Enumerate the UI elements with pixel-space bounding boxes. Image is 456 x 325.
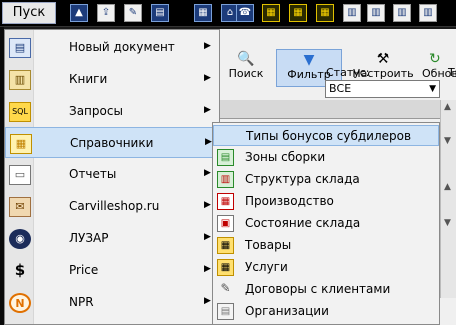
menu-item-reports[interactable]: ▭ Отчеты ▶ xyxy=(5,159,219,191)
start-menu: ▤ Новый документ ▶ ▥ Книги ▶ SQL Запросы… xyxy=(4,29,220,325)
menu-item-books[interactable]: ▥ Книги ▶ xyxy=(5,64,219,96)
chevron-right-icon: ▶ xyxy=(204,168,211,178)
menu-item-label: Справочники xyxy=(70,136,154,150)
chevron-down-icon: ▼ xyxy=(429,84,436,94)
reference-books-submenu: Типы бонусов субдилеров ▤ Зоны сборки ▥ … xyxy=(212,122,440,325)
table-icon[interactable]: ▥ xyxy=(343,4,361,22)
status-select[interactable]: ВСЕ ▼ xyxy=(325,80,440,98)
submenu-item-organizations[interactable]: ▤ Организации xyxy=(213,301,439,322)
submenu-item-warehouse-state[interactable]: ▣ Состояние склада xyxy=(213,213,439,234)
submenu-item-label: Договоры с клиентами xyxy=(245,282,391,296)
submenu-item-label: Производство xyxy=(245,194,334,208)
reports-icon: ▭ xyxy=(9,165,31,185)
chevron-right-icon: ▶ xyxy=(204,73,211,83)
shop-icon: ✉ xyxy=(9,197,31,217)
sql-queries-icon: SQL xyxy=(9,102,31,122)
menu-item-label: Книги xyxy=(69,72,108,86)
grid-yellow-3-icon[interactable]: ▦ xyxy=(316,4,334,22)
menu-item-label: Запросы xyxy=(69,104,123,118)
export-icon[interactable]: ⇪ xyxy=(97,4,115,22)
grid-icon[interactable]: ▦ xyxy=(194,4,212,22)
grid-yellow-icon[interactable]: ▦ xyxy=(262,4,280,22)
grid-header: ны xyxy=(215,100,456,119)
services-icon: ▦ xyxy=(217,259,234,276)
chart-icon[interactable]: ▲ xyxy=(70,4,88,22)
books-icon: ▥ xyxy=(9,70,31,90)
table-2-icon[interactable]: ▥ xyxy=(367,4,385,22)
menu-item-reference-books[interactable]: ▦ Справочники ▶ xyxy=(5,127,219,158)
submenu-item-label: Структура склада xyxy=(245,172,360,186)
reference-book-icon: ▦ xyxy=(10,134,32,154)
menu-item-label: Carvilleshop.ru xyxy=(69,199,160,213)
menu-item-carvilleshop[interactable]: ✉ Carvilleshop.ru ▶ xyxy=(5,191,219,223)
warehouse-structure-icon: ▥ xyxy=(217,171,234,188)
table-3-icon[interactable]: ▥ xyxy=(393,4,411,22)
submenu-item-label: Зоны сборки xyxy=(245,150,326,164)
menu-item-label: ЛУЗАР xyxy=(69,231,109,245)
submenu-item-assembly-zones[interactable]: ▤ Зоны сборки xyxy=(213,147,439,168)
submenu-item-subdealer-bonus-types[interactable]: Типы бонусов субдилеров xyxy=(213,125,439,146)
scroll-up-icon[interactable]: ▲ xyxy=(444,102,451,112)
submenu-item-goods[interactable]: ▦ Товары xyxy=(213,235,439,256)
pdf-icon[interactable]: ✎ xyxy=(124,4,142,22)
chevron-right-icon: ▶ xyxy=(204,232,211,242)
luzar-icon: ◉ xyxy=(9,229,31,249)
menu-item-queries[interactable]: SQL Запросы ▶ xyxy=(5,96,219,128)
submenu-item-label: Типы бонусов субдилеров xyxy=(246,129,412,143)
notes-icon[interactable]: ▤ xyxy=(151,4,169,22)
table-4-icon[interactable]: ▥ xyxy=(419,4,437,22)
production-icon: ▦ xyxy=(217,193,234,210)
tools-icon: ⚒ xyxy=(376,51,390,67)
search-icon: 🔍 xyxy=(237,51,255,67)
status-value: ВСЕ xyxy=(329,82,352,95)
submenu-item-services[interactable]: ▦ Услуги xyxy=(213,257,439,278)
menu-item-price[interactable]: $ Price ▶ xyxy=(5,255,219,287)
taskbar: Пуск ▲ ⇪ ✎ ▤ ▦ ⌂ ☎ ▦ ▦ ▦ ▥ ▥ ▥ ▥ xyxy=(0,0,456,27)
refresh-icon: ↻ xyxy=(429,51,441,67)
scroll-up-2-icon[interactable]: ▲ xyxy=(444,182,451,192)
organizations-icon: ▤ xyxy=(217,303,234,320)
phone-icon[interactable]: ☎ xyxy=(236,4,254,22)
new-document-icon: ▤ xyxy=(9,38,31,58)
chevron-right-icon: ▶ xyxy=(204,296,211,306)
submenu-item-warehouse-structure[interactable]: ▥ Структура склада xyxy=(213,169,439,190)
warehouse-state-icon: ▣ xyxy=(217,215,234,232)
start-button[interactable]: Пуск xyxy=(2,2,56,24)
submenu-item-production[interactable]: ▦ Производство xyxy=(213,191,439,212)
scroll-down-2-icon[interactable]: ▼ xyxy=(444,218,451,228)
search-label: Поиск xyxy=(228,67,264,80)
zones-icon: ▤ xyxy=(217,149,234,166)
submenu-item-client-contracts[interactable]: ✎ Договоры с клиентами xyxy=(213,279,439,300)
submenu-item-label: Состояние склада xyxy=(245,216,361,230)
chevron-right-icon: ▶ xyxy=(204,200,211,210)
chevron-right-icon: ▶ xyxy=(204,264,211,274)
chevron-right-icon: ▶ xyxy=(205,137,212,147)
vertical-scrollbar[interactable]: ▲ ▼ ▲ ▼ xyxy=(440,100,456,298)
submenu-item-label: Товары xyxy=(245,238,292,252)
scroll-down-icon[interactable]: ▼ xyxy=(444,136,451,146)
menu-item-new-document[interactable]: ▤ Новый документ ▶ xyxy=(5,32,219,64)
search-button[interactable]: 🔍 Поиск xyxy=(222,49,270,87)
menu-item-label: Отчеты xyxy=(69,167,117,181)
chevron-right-icon: ▶ xyxy=(204,105,211,115)
menu-item-label: NPR xyxy=(69,295,94,309)
menu-item-label: Price xyxy=(69,263,99,277)
status-label: Статус: xyxy=(326,66,370,79)
contracts-icon: ✎ xyxy=(220,281,231,295)
menu-item-label: Новый документ xyxy=(69,40,175,54)
goods-icon: ▦ xyxy=(217,237,234,254)
chevron-right-icon: ▶ xyxy=(204,41,211,51)
menu-item-npr[interactable]: N NPR ▶ xyxy=(5,287,219,319)
npr-icon: N xyxy=(9,293,31,313)
submenu-item-label: Организации xyxy=(245,304,329,318)
dollar-icon: $ xyxy=(14,261,26,279)
grid-yellow-2-icon[interactable]: ▦ xyxy=(289,4,307,22)
filter-icon: ▼ xyxy=(303,52,315,68)
type-label: Ти xyxy=(448,66,456,79)
submenu-item-label: Услуги xyxy=(245,260,288,274)
menu-item-luzar[interactable]: ◉ ЛУЗАР ▶ xyxy=(5,223,219,255)
